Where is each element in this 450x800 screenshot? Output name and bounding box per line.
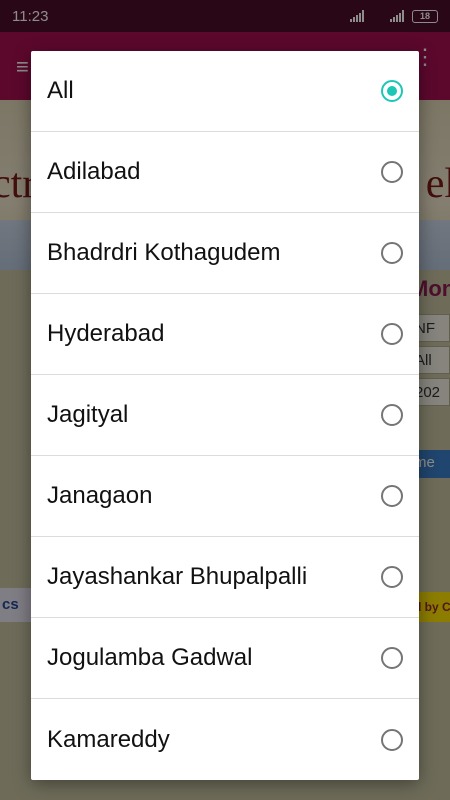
radio-button[interactable] xyxy=(381,728,403,751)
radio-button[interactable] xyxy=(381,161,403,183)
radio-dot xyxy=(387,86,397,96)
radio-button[interactable] xyxy=(381,404,403,426)
option-label: Jogulamba Gadwal xyxy=(47,644,253,671)
option-row[interactable]: Jogulamba Gadwal xyxy=(31,618,419,699)
option-label: Bhadrdri Kothagudem xyxy=(47,239,281,266)
option-row[interactable]: Hyderabad xyxy=(31,294,419,375)
district-select-dialog: All Adilabad Bhadrdri Kothagudem Hyderab… xyxy=(31,51,419,780)
option-label: Adilabad xyxy=(47,158,141,185)
option-label: All xyxy=(47,77,74,104)
option-label: Kamareddy xyxy=(47,725,170,753)
option-row[interactable]: Kamareddy xyxy=(31,699,419,780)
option-label: Jagityal xyxy=(47,401,129,428)
option-row[interactable]: Adilabad xyxy=(31,132,419,213)
option-row[interactable]: All xyxy=(31,51,419,132)
radio-button[interactable] xyxy=(381,323,403,345)
option-row[interactable]: Janagaon xyxy=(31,456,419,537)
option-row[interactable]: Bhadrdri Kothagudem xyxy=(31,213,419,294)
option-row[interactable]: Jagityal xyxy=(31,375,419,456)
option-label: Jayashankar Bhupalpalli xyxy=(47,563,308,590)
radio-button[interactable] xyxy=(381,242,403,264)
option-row[interactable]: Jayashankar Bhupalpalli xyxy=(31,537,419,618)
option-label: Hyderabad xyxy=(47,320,165,347)
option-label: Janagaon xyxy=(47,482,153,509)
radio-button[interactable] xyxy=(381,485,403,507)
radio-button-checked[interactable] xyxy=(381,80,403,102)
radio-button[interactable] xyxy=(381,647,403,669)
radio-button[interactable] xyxy=(381,566,403,588)
